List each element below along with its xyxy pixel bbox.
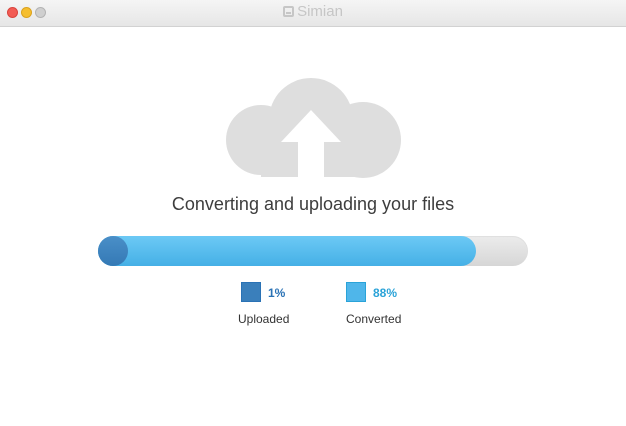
- converted-label: Converted: [346, 312, 402, 326]
- converted-percent: 88%: [373, 286, 398, 300]
- status-headline: Converting and uploading your files: [171, 194, 455, 214]
- uploaded-label: Uploaded: [238, 312, 290, 326]
- window-title-text: Simian: [297, 3, 343, 20]
- window-title: Simian: [0, 3, 626, 20]
- uploaded-percent: 1%: [268, 286, 286, 300]
- converted-progress-fill: [98, 236, 477, 266]
- uploaded-progress-fill: [98, 236, 128, 266]
- uploaded-swatch: [241, 282, 261, 302]
- app-window: Simian Converting and uploading your fil…: [0, 0, 626, 426]
- progress-bar: [98, 236, 528, 266]
- simian-logo-icon: [283, 6, 295, 17]
- converted-swatch: [346, 282, 366, 302]
- cloud-upload-icon: [226, 78, 401, 180]
- title-bar[interactable]: Simian: [0, 0, 626, 27]
